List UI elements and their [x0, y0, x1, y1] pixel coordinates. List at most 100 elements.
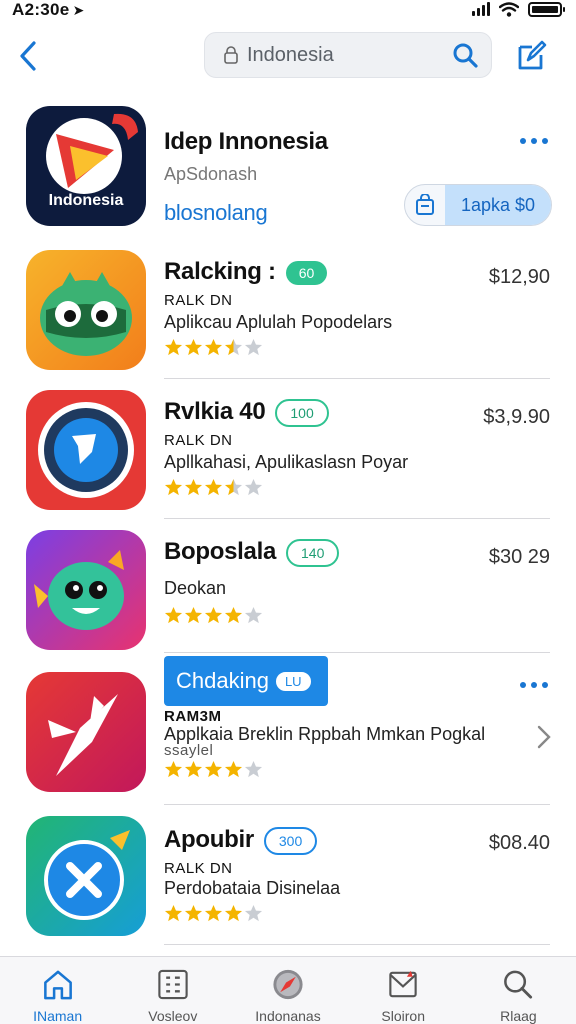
star-icon: [244, 904, 263, 922]
app-icon-2[interactable]: [26, 390, 146, 510]
app-developer: RALK DN: [164, 860, 233, 877]
star-icon: [164, 904, 183, 922]
star-icon: [224, 904, 243, 922]
rating-stars: [164, 338, 263, 360]
frog-mascot-icon: [40, 272, 132, 356]
star-icon: [184, 606, 203, 624]
close-circle-icon: [44, 830, 130, 920]
app-developer: RAM3M: [164, 708, 222, 725]
tab-bar: INaman Vosleov Indonanas Sloiron Rlaag: [0, 956, 576, 1024]
app-price: $08.40: [488, 832, 550, 854]
star-icon: [224, 338, 243, 356]
star-icon: [224, 478, 243, 496]
rating-stars: [164, 478, 263, 500]
star-icon: [164, 606, 183, 624]
star-icon: [164, 478, 183, 496]
app-icon-4[interactable]: [26, 672, 146, 792]
more-options-button[interactable]: [520, 680, 552, 690]
location-arrow-icon: ➤: [72, 2, 85, 18]
star-icon: [204, 338, 223, 356]
compass-icon: [273, 969, 303, 1000]
app-title: Chdaking LU: [164, 656, 328, 706]
search-icon[interactable]: [451, 41, 479, 69]
app-row[interactable]: Apoubir 300 $08.40 RALK DN Perdobataia Di…: [0, 816, 576, 946]
star-icon: [224, 606, 243, 624]
app-price: $3,9.90: [483, 406, 550, 428]
age-badge: LU: [274, 670, 312, 692]
tab-label: Indonanas: [255, 1008, 321, 1024]
get-button-label: 1apka $0: [445, 185, 551, 225]
app-row[interactable]: Boposlala 140 $30 29 Deokan: [0, 530, 576, 660]
divider: [164, 518, 550, 519]
chevron-left-icon: [20, 41, 36, 71]
tab-inbox[interactable]: Sloiron: [346, 957, 461, 1024]
star-icon: [244, 606, 263, 624]
rating-stars: [164, 606, 263, 628]
tab-grid[interactable]: Vosleov: [115, 957, 230, 1024]
app-title: Rvlkia 40 100: [164, 398, 329, 427]
tab-label: INaman: [33, 1008, 83, 1024]
star-icon: [184, 904, 203, 922]
star-icon: [164, 338, 183, 356]
tab-compass[interactable]: Indonanas: [230, 957, 345, 1024]
app-icon-3[interactable]: [26, 530, 146, 650]
app-title: Boposlala 140: [164, 538, 340, 567]
icon-caption: Indonesia: [48, 192, 124, 209]
app-developer: RALK DN: [164, 292, 233, 309]
divider: [164, 652, 550, 653]
signal-icon: [472, 2, 490, 16]
app-icon-5[interactable]: [26, 816, 146, 936]
tab-home[interactable]: INaman: [0, 957, 115, 1024]
app-icon-1[interactable]: [26, 250, 146, 370]
app-row[interactable]: Ralcking :60 $12,90 RALK DN Aplikcau Apl…: [0, 250, 576, 380]
tab-label: Rlaag: [500, 1008, 537, 1024]
search-icon: [504, 970, 533, 999]
star-icon: [184, 478, 203, 496]
app-description-extra: ssaylel: [164, 742, 214, 759]
wifi-icon: [499, 1, 519, 17]
divider: [164, 944, 550, 945]
star-icon: [244, 760, 263, 778]
shopping-bag-icon: [416, 194, 434, 215]
search-input[interactable]: Indonesia: [247, 44, 451, 67]
star-icon: [164, 760, 183, 778]
status-time: A2:30e ➤: [12, 0, 85, 19]
app-icon-featured[interactable]: Indonesia: [26, 106, 146, 226]
compose-button[interactable]: [514, 38, 548, 72]
grid-icon: [158, 969, 188, 1000]
more-options-button[interactable]: [520, 136, 552, 146]
star-icon: [204, 904, 223, 922]
fish-mascot-icon: [34, 550, 124, 630]
developer-link[interactable]: blosnolang: [164, 200, 268, 226]
app-title: Apoubir 300: [164, 826, 318, 855]
rating-stars: [164, 904, 263, 926]
spark-icon: [48, 694, 118, 776]
nav-bar: Indonesia: [0, 28, 576, 84]
battery-icon: [528, 1, 565, 17]
app-row[interactable]: Rvlkia 40 100 $3,9.90 RALK DN Apllkahasi,…: [0, 390, 576, 520]
inbox-icon: [389, 970, 417, 998]
chevron-right-icon[interactable]: [536, 724, 552, 750]
star-icon: [184, 760, 203, 778]
rating-stars: [164, 760, 263, 782]
age-badge: 60: [285, 260, 328, 285]
app-price: $12,90: [488, 266, 550, 288]
back-button[interactable]: [10, 36, 46, 76]
search-field[interactable]: Indonesia: [204, 32, 492, 78]
star-icon: [224, 760, 243, 778]
star-icon: [244, 338, 263, 356]
star-icon: [204, 760, 223, 778]
get-button[interactable]: 1apka $0: [404, 184, 552, 226]
app-description: Apllkahasi, Apulikaslasn Poyar: [164, 452, 409, 472]
app-row[interactable]: Chdaking LU RAM3M Applkaia Breklin Rppbah…: [0, 656, 576, 806]
tab-label: Vosleov: [148, 1008, 198, 1024]
age-badge: 300: [263, 826, 318, 855]
star-icon: [204, 606, 223, 624]
app-developer: RALK DN: [164, 432, 233, 449]
featured-app-row[interactable]: Indonesia Idep Innonesia ApSdonash blosn…: [0, 106, 576, 230]
tab-label: Sloiron: [381, 1008, 425, 1024]
app-subtitle: ApSdonash: [164, 164, 258, 184]
tab-search[interactable]: Rlaag: [461, 957, 576, 1024]
age-badge: 100: [275, 398, 329, 427]
app-description: Aplikcau Aplulah Popodelars: [164, 312, 393, 332]
